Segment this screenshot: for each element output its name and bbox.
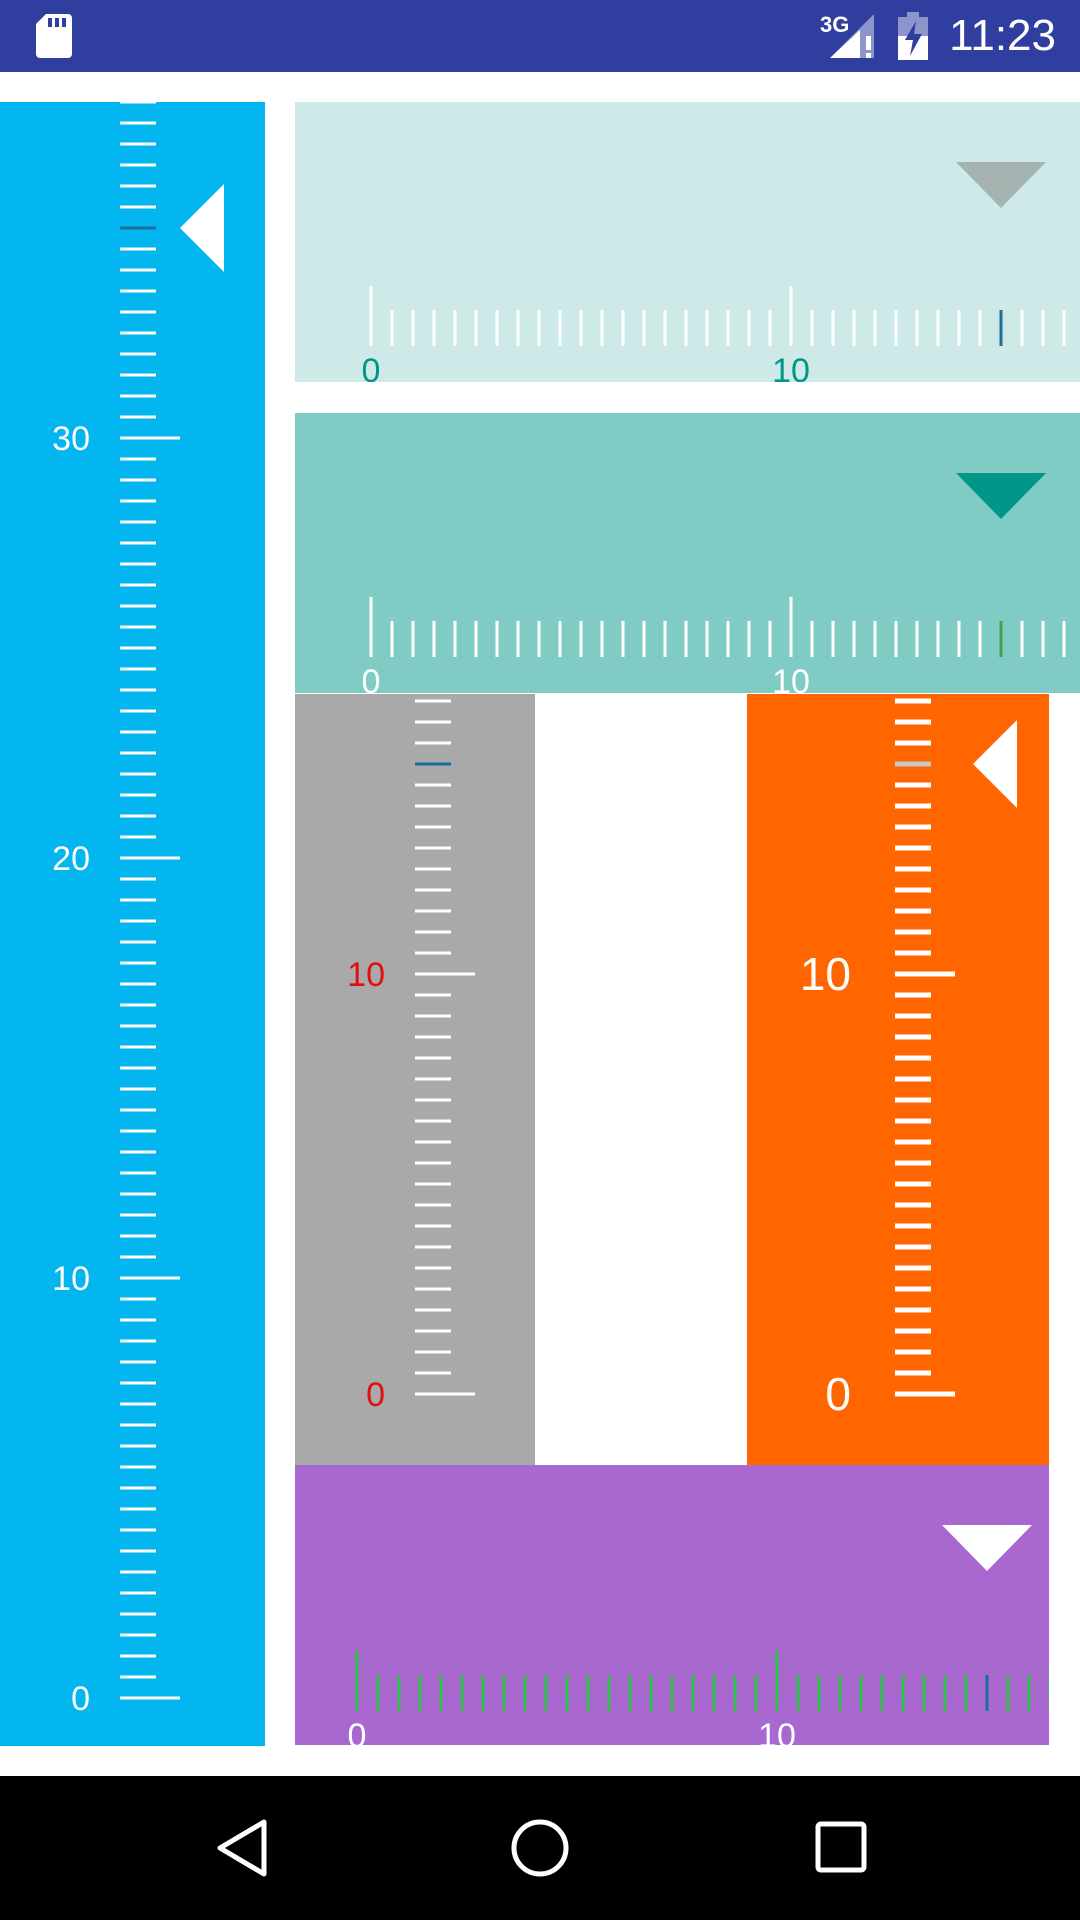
tick-label: 0: [362, 663, 381, 693]
tick-label: 0: [71, 1680, 90, 1718]
sd-card-icon: [36, 14, 72, 58]
ruler-vertical-gray[interactable]: 0102030: [295, 694, 535, 1465]
ruler-vertical-orange[interactable]: 0102030: [747, 694, 1049, 1465]
tick-label: 0: [348, 1717, 367, 1745]
status-time: 11:23: [949, 11, 1056, 60]
ruler-scale: 0102030: [362, 162, 1066, 382]
ruler-scale: 0102030: [362, 473, 1066, 693]
tick-label: 0: [362, 352, 381, 382]
tick-label: 20: [52, 840, 90, 878]
ruler-horizontal-light-teal[interactable]: 0102030: [295, 102, 1080, 382]
ruler-scale: 010203040506070: [52, 102, 224, 1718]
value-indicator-arrow: [942, 1525, 1032, 1571]
ruler-horizontal-teal[interactable]: 0102030: [295, 413, 1080, 693]
status-bar: 3G 11:23: [0, 0, 1080, 72]
recents-icon[interactable]: [814, 1820, 868, 1874]
ruler-vertical-blue[interactable]: 010203040506070: [0, 102, 265, 1746]
value-indicator-arrow: [956, 162, 1046, 208]
battery-charging-icon: [898, 12, 928, 60]
ruler-scale: 0102030: [800, 698, 1017, 1420]
tick-label: 10: [772, 663, 810, 693]
ruler-scale: 0102030: [348, 1525, 1049, 1745]
value-indicator-arrow: [956, 473, 1046, 519]
ruler-scale: 0102030: [347, 699, 475, 1414]
tick-label: 10: [347, 956, 385, 994]
tick-label: 30: [52, 420, 90, 458]
back-icon[interactable]: [214, 1818, 270, 1878]
ruler-horizontal-purple[interactable]: 0102030: [295, 1465, 1049, 1745]
home-icon[interactable]: [510, 1818, 570, 1878]
tick-label: 10: [800, 948, 851, 1000]
tick-label: 10: [772, 352, 810, 382]
tick-label: 0: [825, 1368, 851, 1420]
tick-label: 10: [758, 1717, 796, 1745]
tick-label: 10: [52, 1260, 90, 1298]
value-indicator-arrow: [973, 720, 1017, 808]
signal-3g-icon: [830, 14, 874, 58]
navigation-bar: [0, 1776, 1080, 1920]
tick-label: 0: [366, 1376, 385, 1414]
value-indicator-arrow: [180, 184, 224, 272]
